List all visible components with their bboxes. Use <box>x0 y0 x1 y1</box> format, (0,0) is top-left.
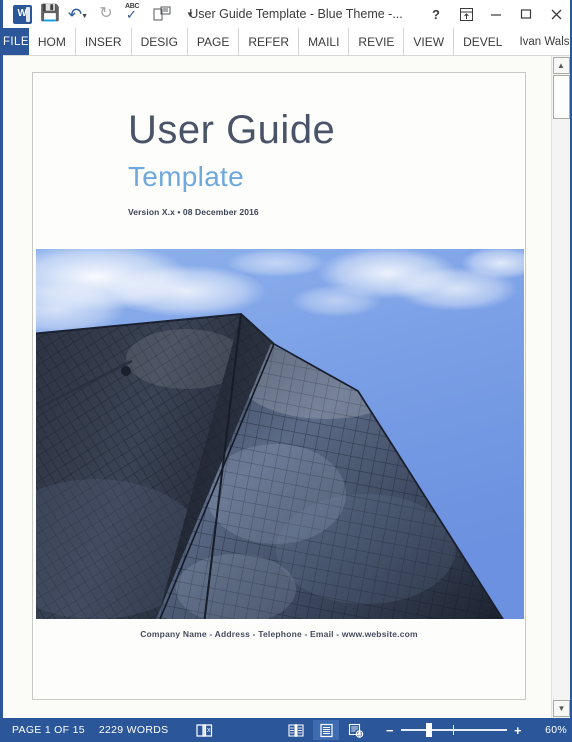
print-layout-view-button[interactable] <box>313 720 339 740</box>
word-application-window: W 💾 ↶ ▼ ↻ ABC ✓ ▼ User Guide Template - Bl… <box>0 0 572 742</box>
glass-skyscraper-photo <box>36 249 524 619</box>
scroll-down-button[interactable]: ▼ <box>553 700 570 717</box>
account-menu[interactable]: Ivan Walsh ▾ <box>511 28 572 56</box>
cover-photo[interactable] <box>36 249 524 619</box>
spelling-check-icon[interactable]: ABC ✓ <box>121 2 147 26</box>
cover-version-line: Version X.x • 08 December 2016 <box>128 207 259 218</box>
account-name: Ivan Walsh <box>519 36 572 48</box>
help-button[interactable]: ? <box>421 1 451 27</box>
tab-review[interactable]: REVIE <box>349 28 405 56</box>
tab-view[interactable]: VIEW <box>404 28 455 56</box>
save-icon[interactable]: 💾 <box>37 2 63 26</box>
vertical-scrollbar[interactable]: ▲ ▼ <box>551 56 570 718</box>
zoom-out-button[interactable]: − <box>383 723 397 738</box>
cover-heading-block: User Guide Template Version X.x • 08 Dec… <box>33 73 525 217</box>
svg-text:x: x <box>207 727 211 734</box>
read-mode-icon <box>288 723 304 737</box>
tab-design[interactable]: DESIG <box>132 28 188 56</box>
maximize-button[interactable] <box>511 1 541 27</box>
undo-icon[interactable]: ↶ ▼ <box>65 2 91 26</box>
chevron-up-icon: ▲ <box>557 60 565 70</box>
zoom-slider-handle[interactable] <box>426 723 432 737</box>
status-right-group: − + 60% <box>281 720 570 740</box>
status-left-group: PAGE 1 OF 15 2229 WORDS x <box>3 722 214 738</box>
status-bar: PAGE 1 OF 15 2229 WORDS x − + 60% <box>3 718 570 742</box>
redo-icon[interactable]: ↻ <box>93 2 119 26</box>
tab-references[interactable]: REFER <box>239 28 300 56</box>
ribbon-tab-bar: FILE HOM INSER DESIG PAGE REFER MAILI RE… <box>3 28 572 56</box>
tab-mailings[interactable]: MAILI <box>299 28 350 56</box>
scroll-up-button[interactable]: ▲ <box>552 57 570 74</box>
document-title: User Guide Template - Blue Theme -... <box>189 7 403 21</box>
web-layout-view-button[interactable] <box>343 720 369 740</box>
word-logo-letter: W <box>17 8 27 19</box>
minimize-button[interactable] <box>481 1 511 27</box>
tab-developer[interactable]: DEVEL <box>454 28 511 56</box>
ribbon-tabs: HOM INSER DESIG PAGE REFER MAILI REVIE V… <box>29 28 512 56</box>
tab-file[interactable]: FILE <box>3 28 29 56</box>
document-workspace[interactable]: User Guide Template Version X.x • 08 Dec… <box>3 56 570 718</box>
quick-access-toolbar: W 💾 ↶ ▼ ↻ ABC ✓ ▼ <box>3 2 203 26</box>
cover-footer-line: Company Name - Address - Telephone - Ema… <box>140 629 418 639</box>
proofing-book-glyph: x <box>196 723 212 737</box>
touch-mode-icon[interactable] <box>149 2 175 26</box>
minimize-glyph <box>491 14 501 16</box>
close-glyph <box>551 9 561 19</box>
zoom-in-button[interactable]: + <box>511 723 525 738</box>
maximize-glyph <box>520 9 532 19</box>
ribbon-display-glyph <box>459 7 473 21</box>
zoom-slider[interactable] <box>401 722 507 738</box>
window-controls: ? <box>421 1 570 27</box>
ribbon-display-options-button[interactable] <box>451 1 481 27</box>
zoom-control[interactable]: − + <box>383 722 525 738</box>
proofing-errors-icon[interactable]: x <box>194 722 214 738</box>
cover-title-primary: User Guide <box>128 108 336 152</box>
cover-title-secondary: Template <box>128 161 245 192</box>
title-bar: W 💾 ↶ ▼ ↻ ABC ✓ ▼ User Guide Template - Bl… <box>3 0 570 28</box>
tab-home[interactable]: HOM <box>29 28 76 56</box>
word-count[interactable]: 2229 WORDS <box>99 724 183 736</box>
close-button[interactable] <box>541 1 570 27</box>
zoom-slider-midpoint <box>453 725 454 735</box>
scrollbar-thumb[interactable] <box>552 75 570 119</box>
web-layout-icon <box>348 723 364 738</box>
word-logo-icon: W <box>9 2 35 26</box>
touch-mode-glyph <box>153 6 171 21</box>
tab-insert[interactable]: INSER <box>76 28 132 56</box>
zoom-level-label[interactable]: 60% <box>533 724 567 736</box>
page-indicator[interactable]: PAGE 1 OF 15 <box>12 724 99 736</box>
zoom-slider-rail <box>401 729 507 731</box>
chevron-down-icon: ▼ <box>557 703 566 713</box>
read-mode-view-button[interactable] <box>283 720 309 740</box>
document-page[interactable]: User Guide Template Version X.x • 08 Dec… <box>32 72 526 700</box>
tab-page-layout[interactable]: PAGE <box>188 28 240 56</box>
print-layout-icon <box>319 723 333 737</box>
